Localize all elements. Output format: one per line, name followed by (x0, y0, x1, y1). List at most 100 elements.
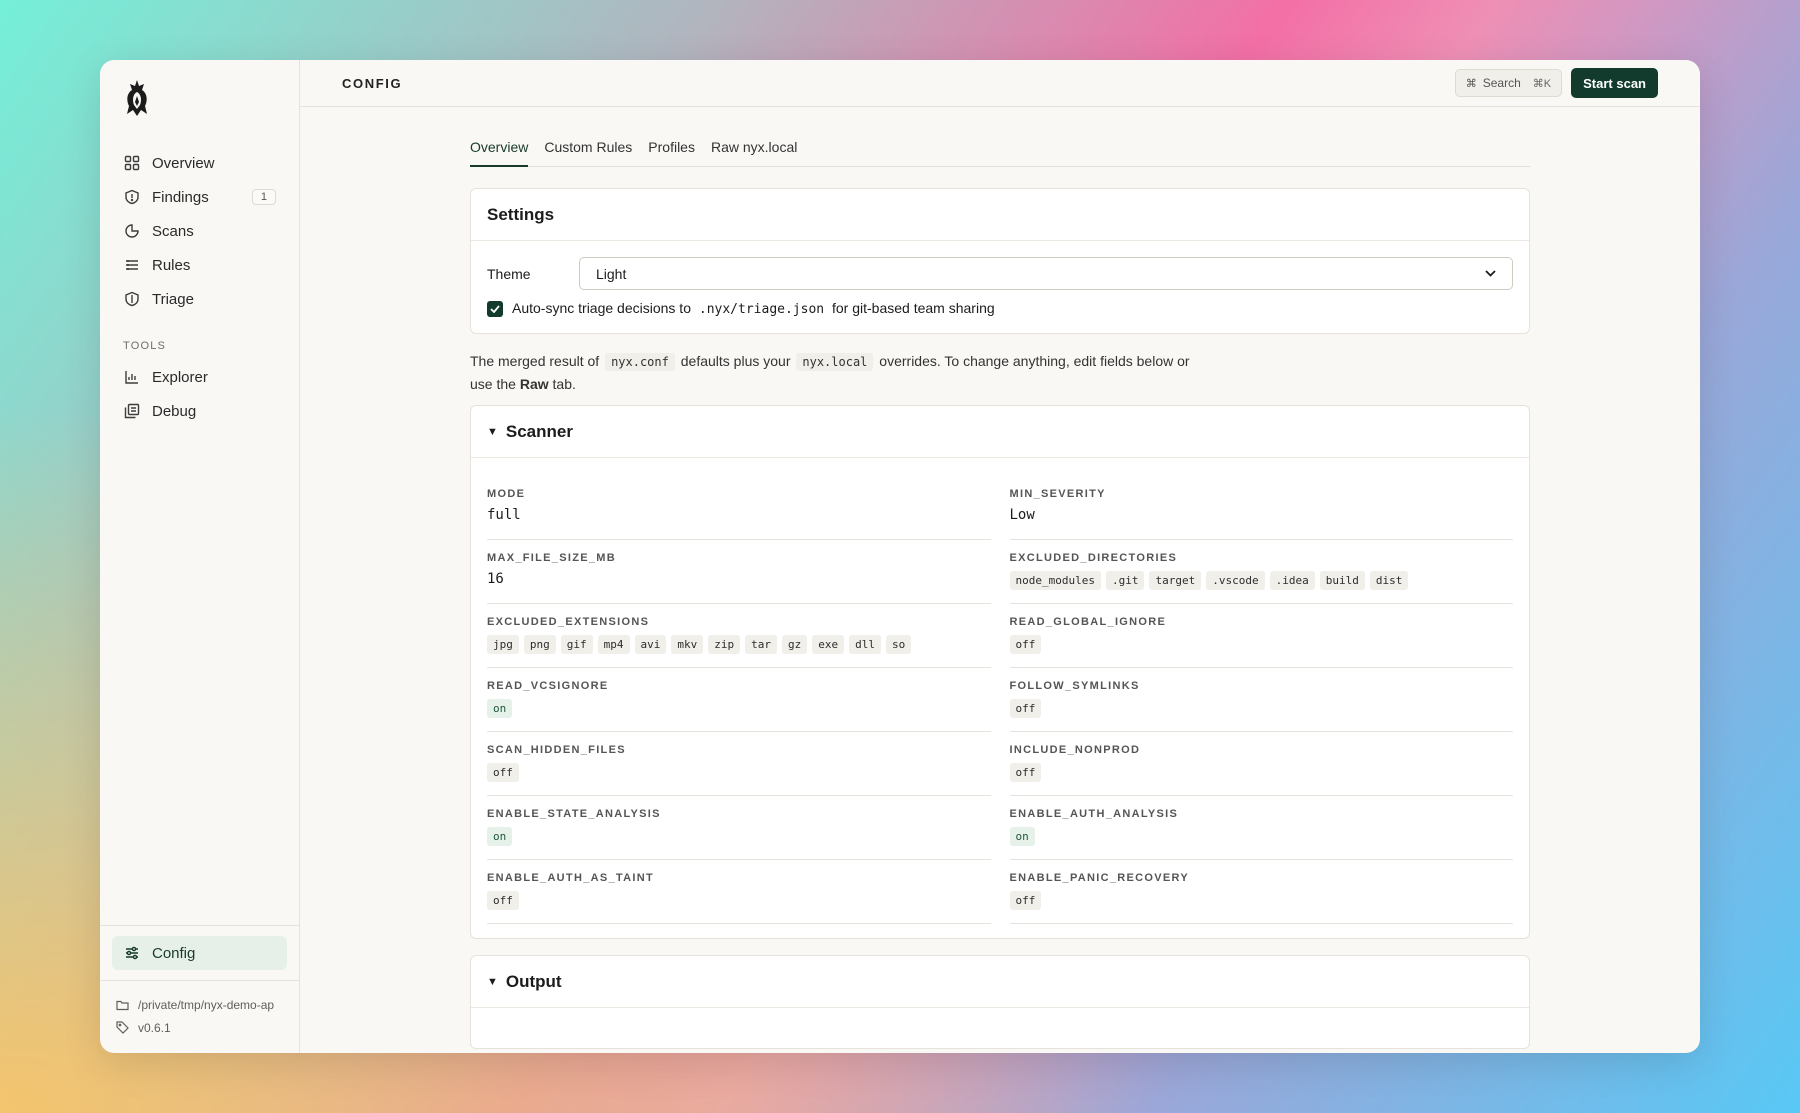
search-button-label: Search (1482, 76, 1521, 90)
theme-label: Theme (487, 265, 531, 282)
raw-tab-ref: Raw (519, 376, 549, 392)
config-tabs: Overview Custom Rules Profiles Raw nyx.l… (470, 134, 1530, 167)
field-enable-state-analysis: ENABLE_STATE_ANALYSIS on (487, 796, 991, 860)
sidebar-item-label: Overview (152, 154, 215, 172)
chip: .vscode (1206, 571, 1265, 590)
sidebar-item-label: Config (152, 944, 196, 962)
theme-select-value: Light (596, 265, 627, 282)
sidebar-item-label: Findings (152, 188, 209, 206)
field-follow-symlinks: FOLLOW_SYMLINKS off (1009, 668, 1513, 732)
chip: .idea (1269, 571, 1315, 590)
start-scan-button[interactable]: Start scan (1571, 68, 1658, 98)
shield-alert-icon (123, 188, 141, 206)
sidebar-item-triage[interactable]: Triage (112, 282, 287, 316)
chip: png (523, 635, 556, 654)
tab-raw-nyx-local[interactable]: Raw nyx.local (711, 134, 797, 167)
tag-icon (116, 1021, 130, 1034)
field-read-global-ignore: READ_GLOBAL_IGNORE off (1009, 604, 1513, 668)
theme-row: Theme Light (487, 257, 1513, 290)
sidebar-item-label: Explorer (152, 368, 208, 386)
caret-down-icon: ▼ (487, 975, 498, 988)
search-button[interactable]: ⌘ Search ⌘K (1454, 69, 1563, 97)
sidebar-item-label: Scans (152, 222, 194, 240)
field-value: 16 (487, 571, 504, 587)
tab-overview[interactable]: Overview (470, 134, 529, 167)
status-badge: off (487, 763, 519, 782)
chip: jpg (487, 635, 519, 654)
scanner-fields: MODE full MIN_SEVERITY Low MAX_FILE_SIZE… (471, 458, 1529, 938)
project-meta: /private/tmp/nyx-demo-ap v0.6.1 (100, 980, 299, 1053)
chip: node_modules (1009, 571, 1101, 590)
scanner-header[interactable]: ▼ Scanner (471, 406, 1529, 458)
output-header[interactable]: ▼ Output (471, 956, 1529, 1008)
sidebar-item-overview[interactable]: Overview (112, 146, 287, 180)
sidebar-item-findings[interactable]: Findings 1 (112, 180, 287, 214)
chip: gz (782, 635, 808, 654)
field-scan-hidden-files: SCAN_HIDDEN_FILES off (487, 732, 991, 796)
autosync-label: Auto-sync triage decisions to .nyx/triag… (512, 300, 995, 317)
logo[interactable] (100, 60, 299, 132)
theme-select[interactable]: Light (579, 257, 1513, 290)
sidebar-item-rules[interactable]: Rules (112, 248, 287, 282)
chip: tar (745, 635, 777, 654)
autosync-checkbox[interactable] (487, 300, 503, 317)
chart-icon (123, 368, 141, 386)
shield-icon (123, 290, 141, 308)
sidebar-item-label: Debug (152, 402, 197, 420)
field-enable-auth-as-taint: ENABLE_AUTH_AS_TAINT off (487, 860, 991, 924)
sidebar-item-config[interactable]: Config (112, 936, 287, 970)
project-path-text: /private/tmp/nyx-demo-ap (138, 997, 275, 1012)
field-min-severity: MIN_SEVERITY Low (1009, 476, 1513, 540)
findings-count-badge: 1 (251, 189, 276, 205)
version: v0.6.1 (116, 1016, 283, 1039)
status-badge: off (487, 891, 519, 910)
status-badge: off (1009, 635, 1042, 654)
nyx-conf-code: nyx.conf (605, 353, 675, 371)
chip: gif (560, 635, 593, 654)
field-excluded-directories: EXCLUDED_DIRECTORIES node_modules .git t… (1009, 540, 1513, 604)
field-enable-auth-analysis: ENABLE_AUTH_ANALYSIS on (1009, 796, 1513, 860)
field-include-nonprod: INCLUDE_NONPROD off (1009, 732, 1513, 796)
search-shortcut: ⌘K (1532, 77, 1552, 90)
field-excluded-extensions: EXCLUDED_EXTENSIONS jpg png gif mp4 avi … (487, 604, 991, 668)
chip: mkv (671, 635, 704, 654)
chip: so (886, 635, 912, 654)
tab-custom-rules[interactable]: Custom Rules (544, 134, 632, 167)
page-title: CONFIG (342, 75, 403, 91)
tab-profiles[interactable]: Profiles (648, 134, 695, 167)
field-value: full (487, 507, 521, 523)
main-nav: Overview Findings 1 Scans Rules Triage T… (100, 132, 299, 428)
sidebar-item-scans[interactable]: Scans (112, 214, 287, 248)
sidebar: Overview Findings 1 Scans Rules Triage T… (100, 60, 300, 1053)
field-read-vcsignore: READ_VCSIGNORE on (487, 668, 991, 732)
settings-card: Settings Theme Light Auto-sync triage de… (470, 188, 1530, 334)
sidebar-footer: Config /private/tmp/nyx-demo-ap v0.6.1 (100, 925, 299, 1053)
settings-title: Settings (471, 189, 1529, 241)
check-icon (490, 304, 500, 313)
chip: build (1319, 571, 1365, 590)
caret-down-icon: ▼ (487, 425, 498, 438)
sliders-icon (123, 944, 141, 962)
status-badge: off (1009, 699, 1042, 718)
triage-path-code: .nyx/triage.json (698, 302, 825, 317)
main-area: CONFIG ⌘ Search ⌘K Start scan Overview C… (300, 60, 1700, 1053)
output-title: Output (505, 971, 562, 991)
version-text: v0.6.1 (138, 1020, 171, 1035)
command-icon: ⌘ (1465, 77, 1477, 90)
status-badge: on (487, 699, 513, 718)
chip: avi (634, 635, 667, 654)
sidebar-item-explorer[interactable]: Explorer (112, 360, 287, 394)
sidebar-item-debug[interactable]: Debug (112, 394, 287, 428)
chip: exe (812, 635, 845, 654)
output-card: ▼ Output (470, 955, 1530, 1049)
copy-icon (123, 402, 141, 420)
chip: mp4 (597, 635, 630, 654)
chip: dll (849, 635, 881, 654)
chip: .git (1105, 571, 1145, 590)
chip: dist (1369, 571, 1409, 590)
autosync-row: Auto-sync triage decisions to .nyx/triag… (487, 300, 1513, 317)
nyx-logo-icon (127, 80, 147, 116)
topbar: CONFIG ⌘ Search ⌘K Start scan (300, 60, 1700, 107)
field-enable-panic-recovery: ENABLE_PANIC_RECOVERY off (1009, 860, 1513, 924)
nyx-local-code: nyx.local (796, 353, 874, 371)
